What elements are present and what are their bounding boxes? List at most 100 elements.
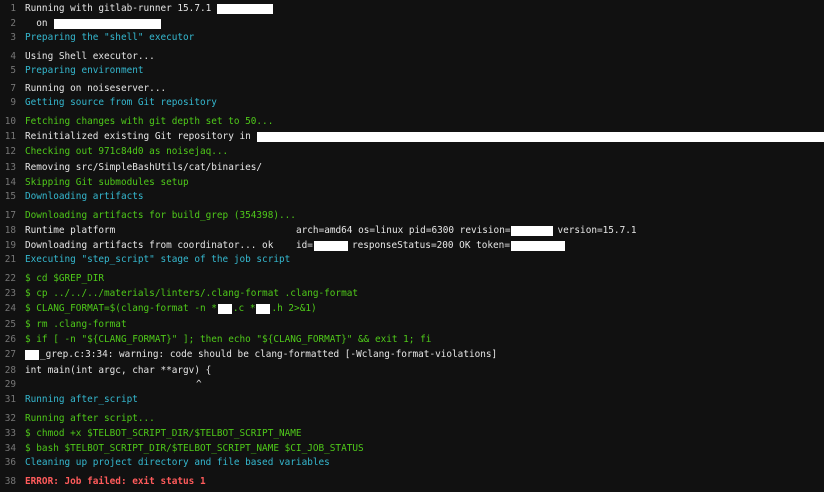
line-number: 29	[4, 379, 16, 390]
log-line: 23 $ cp ../../../materials/linters/.clan…	[0, 286, 824, 301]
log-line: 17 Downloading artifacts for build_grep …	[0, 208, 824, 223]
line-number: 12	[4, 146, 16, 157]
line-number: 38	[4, 476, 16, 487]
line-content: Runtime platform arch=amd64 os=linux pid=…	[25, 225, 637, 236]
section-header: Executing "step_script" stage of the job…	[25, 254, 291, 265]
line-content: $ CLANG_FORMAT=$(clang-format -n * .c * .h…	[25, 303, 317, 314]
log-line: 11 Reinitialized existing Git repository…	[0, 129, 824, 144]
line-number: 14	[4, 177, 16, 188]
line-number: 9	[10, 97, 16, 108]
line-content: Reinitialized existing Git repository in	[25, 131, 824, 142]
line-number: 23	[4, 288, 16, 299]
line-number: 13	[4, 162, 16, 173]
line-content: Running after script...	[25, 413, 155, 424]
log-line: 38 ERROR: Job failed: exit status 1	[0, 474, 824, 489]
line-number: 18	[4, 225, 16, 236]
log-line: 1 Running with gitlab-runner 15.7.1	[0, 1, 824, 16]
log-line: 29 ^	[0, 377, 824, 392]
section-header: Getting source from Git repository	[25, 97, 217, 108]
log-line: 14 Skipping Git submodules setup	[0, 175, 824, 190]
line-number: 2	[10, 18, 16, 29]
line-number: 34	[4, 443, 16, 454]
redacted-block	[256, 131, 824, 142]
redacted-block	[511, 225, 554, 236]
line-number: 10	[4, 116, 16, 127]
log-line: 2 on	[0, 16, 824, 31]
line-number: 33	[4, 428, 16, 439]
log-line: 9 Getting source from Git repository	[0, 95, 824, 110]
log-line: 10 Fetching changes with git depth set t…	[0, 114, 824, 129]
line-number: 22	[4, 273, 16, 284]
job-log: 1 Running with gitlab-runner 15.7.1 2 on…	[0, 0, 824, 492]
log-line: 24 $ CLANG_FORMAT=$(clang-format -n * .c …	[0, 301, 824, 316]
line-number: 21	[4, 254, 16, 265]
line-content: Running on noiseserver...	[25, 83, 167, 94]
redacted-block	[510, 240, 565, 251]
log-line: 31 Running after_script	[0, 392, 824, 407]
line-number: 25	[4, 319, 16, 330]
log-line: 19 Downloading artifacts from coordinato…	[0, 238, 824, 253]
log-line: 13 Removing src/SimpleBashUtils/cat/bina…	[0, 160, 824, 175]
line-content: Checking out 971c84d0 as noisejaq...	[25, 146, 229, 157]
section-header: Cleaning up project directory and file b…	[25, 457, 330, 468]
line-content: Skipping Git submodules setup	[25, 177, 189, 188]
line-content: Removing src/SimpleBashUtils/cat/binarie…	[25, 162, 263, 173]
line-content: $ if [ -n "${CLANG_FORMAT}" ]; then echo…	[25, 334, 432, 345]
log-line: 28 int main(int argc, char **argv) {	[0, 363, 824, 378]
line-number: 15	[4, 191, 16, 202]
line-content: $ bash $TELBOT_SCRIPT_DIR/$TELBOT_SCRIPT…	[25, 443, 364, 454]
line-content: Fetching changes with git depth set to 5…	[25, 116, 274, 127]
caret-marker: ^	[196, 379, 202, 390]
log-line: 25 $ rm .clang-format	[0, 317, 824, 332]
log-line: 12 Checking out 971c84d0 as noisejaq...	[0, 144, 824, 159]
log-line: 18 Runtime platform arch=amd64 os=linux p…	[0, 223, 824, 238]
redacted-block	[313, 240, 348, 251]
redacted-block	[217, 3, 274, 14]
log-line: 3 Preparing the "shell" executor	[0, 30, 824, 45]
log-line: 36 Cleaning up project directory and fil…	[0, 455, 824, 470]
line-content: Using Shell executor...	[25, 51, 155, 62]
error-message: ERROR: Job failed: exit status 1	[25, 476, 206, 487]
line-number: 31	[4, 394, 16, 405]
line-number: 17	[4, 210, 16, 221]
log-line: 21 Executing "step_script" stage of the …	[0, 252, 824, 267]
line-number: 7	[10, 83, 16, 94]
redacted-block	[256, 303, 271, 314]
line-number: 11	[4, 131, 16, 142]
redacted-block	[53, 18, 161, 29]
line-number: 1	[10, 3, 16, 14]
line-content: $ cd $GREP_DIR	[25, 273, 105, 284]
line-content: Downloading artifacts for build_grep (35…	[25, 210, 296, 221]
log-line: 22 $ cd $GREP_DIR	[0, 271, 824, 286]
line-number: 24	[4, 303, 16, 314]
line-number: 26	[4, 334, 16, 345]
line-number: 28	[4, 365, 16, 376]
line-content: $ rm .clang-format	[25, 319, 127, 330]
line-number: 19	[4, 240, 16, 251]
log-line: 27 _grep.c:3:34: warning: code should be…	[0, 347, 824, 362]
line-content: Downloading artifacts from coordinator..…	[25, 240, 565, 251]
log-line: 5 Preparing environment	[0, 63, 824, 78]
log-line: 34 $ bash $TELBOT_SCRIPT_DIR/$TELBOT_SCR…	[0, 441, 824, 456]
line-content: $ cp ../../../materials/linters/.clang-f…	[25, 288, 359, 299]
redacted-block	[217, 303, 232, 314]
section-header: Preparing the "shell" executor	[25, 32, 195, 43]
log-line: 7 Running on noiseserver...	[0, 81, 824, 96]
line-content: on	[25, 18, 161, 29]
section-header: Running after_script	[25, 394, 138, 405]
line-number: 5	[10, 65, 16, 76]
line-number: 36	[4, 457, 16, 468]
log-line: 4 Using Shell executor...	[0, 49, 824, 64]
log-line: 33 $ chmod +x $TELBOT_SCRIPT_DIR/$TELBOT…	[0, 426, 824, 441]
line-content: $ chmod +x $TELBOT_SCRIPT_DIR/$TELBOT_SC…	[25, 428, 302, 439]
line-content: int main(int argc, char **argv) {	[25, 365, 212, 376]
log-line: 32 Running after script...	[0, 411, 824, 426]
section-header: Downloading artifacts	[25, 191, 144, 202]
section-header: Preparing environment	[25, 65, 144, 76]
line-content: Running with gitlab-runner 15.7.1	[25, 3, 274, 14]
log-line: 15 Downloading artifacts	[0, 189, 824, 204]
line-number: 32	[4, 413, 16, 424]
line-content: _grep.c:3:34: warning: code should be cl…	[25, 349, 497, 360]
line-number: 3	[10, 32, 16, 43]
log-line: 26 $ if [ -n "${CLANG_FORMAT}" ]; then e…	[0, 332, 824, 347]
